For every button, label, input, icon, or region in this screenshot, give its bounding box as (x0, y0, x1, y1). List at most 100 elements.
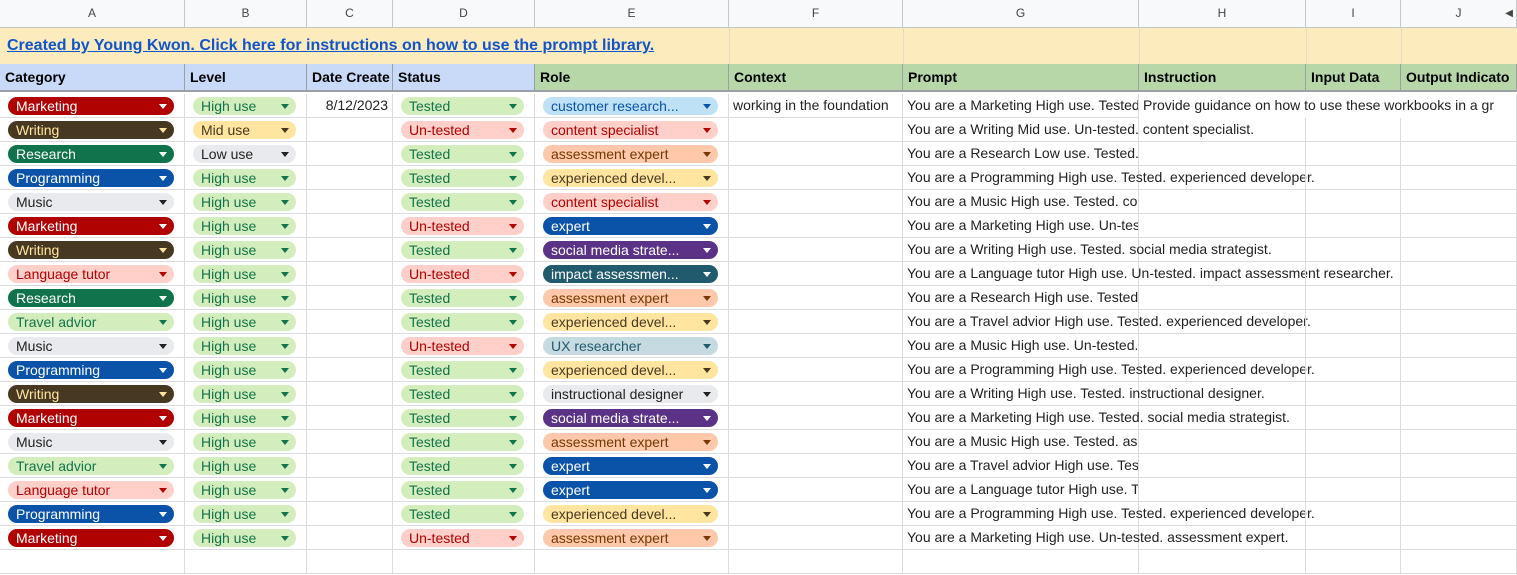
cell-date[interactable] (307, 262, 393, 286)
category-chip[interactable]: Writing (8, 121, 174, 139)
dropdown-arrow-icon[interactable] (159, 392, 167, 397)
role-chip[interactable]: experienced devel... (543, 313, 718, 331)
cell-context[interactable] (729, 502, 903, 526)
cell-context[interactable] (729, 190, 903, 214)
dropdown-arrow-icon[interactable] (703, 176, 711, 181)
cell-col-j[interactable] (1401, 526, 1517, 550)
dropdown-arrow-icon[interactable] (159, 200, 167, 205)
dropdown-arrow-icon[interactable] (159, 488, 167, 493)
status-chip[interactable]: Tested (401, 505, 524, 523)
cell-prompt[interactable]: You are a Programming High use. Tested. … (903, 358, 1315, 382)
cell-context[interactable] (729, 430, 903, 454)
cell-context[interactable] (729, 166, 903, 190)
cell-col-j[interactable] (1401, 118, 1517, 142)
cell-date[interactable] (307, 454, 393, 478)
dropdown-arrow-icon[interactable] (703, 200, 711, 205)
cell-date[interactable] (307, 334, 393, 358)
dropdown-arrow-icon[interactable] (159, 320, 167, 325)
cell-status[interactable]: Tested (393, 454, 535, 478)
column-letter-i[interactable]: I (1306, 0, 1401, 27)
cell-level[interactable]: Low use (185, 142, 307, 166)
dropdown-arrow-icon[interactable] (703, 488, 711, 493)
cell-category[interactable]: Marketing (0, 94, 185, 118)
cell-status[interactable]: Tested (393, 310, 535, 334)
role-chip[interactable]: experienced devel... (543, 361, 718, 379)
cell-instruction[interactable] (1139, 334, 1306, 358)
dropdown-arrow-icon[interactable] (159, 344, 167, 349)
level-chip[interactable]: Low use (193, 145, 296, 163)
level-chip[interactable]: High use (193, 481, 296, 499)
category-chip[interactable]: Research (8, 289, 174, 307)
dropdown-arrow-icon[interactable] (509, 224, 517, 229)
category-chip[interactable]: Music (8, 193, 174, 211)
cell-col-i[interactable] (1306, 190, 1401, 214)
cell-instruction[interactable] (1139, 454, 1306, 478)
cell-level[interactable]: High use (185, 166, 307, 190)
level-chip[interactable]: High use (193, 505, 296, 523)
cell-category[interactable]: Research (0, 286, 185, 310)
status-chip[interactable]: Tested (401, 169, 524, 187)
cell-category[interactable]: Music (0, 190, 185, 214)
status-chip[interactable]: Tested (401, 313, 524, 331)
level-chip[interactable]: High use (193, 217, 296, 235)
cell-level[interactable]: High use (185, 190, 307, 214)
dropdown-arrow-icon[interactable] (509, 104, 517, 109)
cell-instruction[interactable] (1139, 430, 1306, 454)
cell-category[interactable]: Programming (0, 166, 185, 190)
dropdown-arrow-icon[interactable] (509, 464, 517, 469)
category-chip[interactable]: Marketing (8, 217, 174, 235)
cell-level[interactable]: High use (185, 454, 307, 478)
header-context[interactable]: Context (729, 64, 903, 90)
category-chip[interactable]: Travel advior (8, 457, 174, 475)
cell-col-i[interactable] (1306, 238, 1401, 262)
level-chip[interactable]: High use (193, 313, 296, 331)
cell-instruction[interactable] (1139, 502, 1306, 526)
dropdown-arrow-icon[interactable] (509, 512, 517, 517)
cell-col-i[interactable] (1306, 502, 1401, 526)
cell-col-i[interactable] (1306, 118, 1401, 142)
level-chip[interactable]: High use (193, 529, 296, 547)
dropdown-arrow-icon[interactable] (159, 512, 167, 517)
category-chip[interactable]: Language tutor (8, 265, 174, 283)
cell-col-i[interactable] (1306, 406, 1401, 430)
cell-date[interactable]: 8/12/2023 (307, 94, 393, 118)
status-chip[interactable]: Un-tested (401, 121, 524, 139)
cell-date[interactable] (307, 118, 393, 142)
cell-prompt[interactable]: You are a Language tutor High use. Teste… (903, 478, 1139, 502)
dropdown-arrow-icon[interactable] (509, 176, 517, 181)
category-chip[interactable]: Research (8, 145, 174, 163)
cell-category[interactable]: Marketing (0, 214, 185, 238)
cell-date[interactable] (307, 166, 393, 190)
cell-status[interactable]: Tested (393, 382, 535, 406)
header-instruction[interactable]: Instruction (1139, 64, 1306, 90)
cell-col-j[interactable] (1401, 142, 1517, 166)
cell-instruction[interactable] (1139, 382, 1306, 406)
cell-status[interactable]: Tested (393, 478, 535, 502)
cell-role[interactable]: instructional designer (535, 382, 729, 406)
dropdown-arrow-icon[interactable] (703, 296, 711, 301)
cell-col-i[interactable] (1306, 526, 1401, 550)
dropdown-arrow-icon[interactable] (281, 320, 289, 325)
cell-instruction[interactable] (1139, 214, 1306, 238)
status-chip[interactable]: Tested (401, 457, 524, 475)
dropdown-arrow-icon[interactable] (509, 416, 517, 421)
column-letter-g[interactable]: G (903, 0, 1139, 27)
cell-instruction[interactable] (1139, 526, 1306, 550)
cell-prompt[interactable]: You are a Programming High use. Tested. … (903, 502, 1315, 526)
dropdown-arrow-icon[interactable] (509, 320, 517, 325)
role-chip[interactable]: assessment expert (543, 433, 718, 451)
cell-role[interactable]: expert (535, 454, 729, 478)
column-letter-d[interactable]: D (393, 0, 535, 27)
cell-role[interactable]: customer research... (535, 94, 729, 118)
level-chip[interactable]: High use (193, 409, 296, 427)
cell-context[interactable] (729, 478, 903, 502)
cell-date[interactable] (307, 358, 393, 382)
cell-status[interactable]: Un-tested (393, 214, 535, 238)
cell-date[interactable] (307, 382, 393, 406)
cell-col-i[interactable] (1306, 478, 1401, 502)
cell-level[interactable]: High use (185, 406, 307, 430)
cell-category[interactable]: Programming (0, 502, 185, 526)
cell-context[interactable] (729, 406, 903, 430)
status-chip[interactable]: Un-tested (401, 217, 524, 235)
category-chip[interactable]: Writing (8, 241, 174, 259)
